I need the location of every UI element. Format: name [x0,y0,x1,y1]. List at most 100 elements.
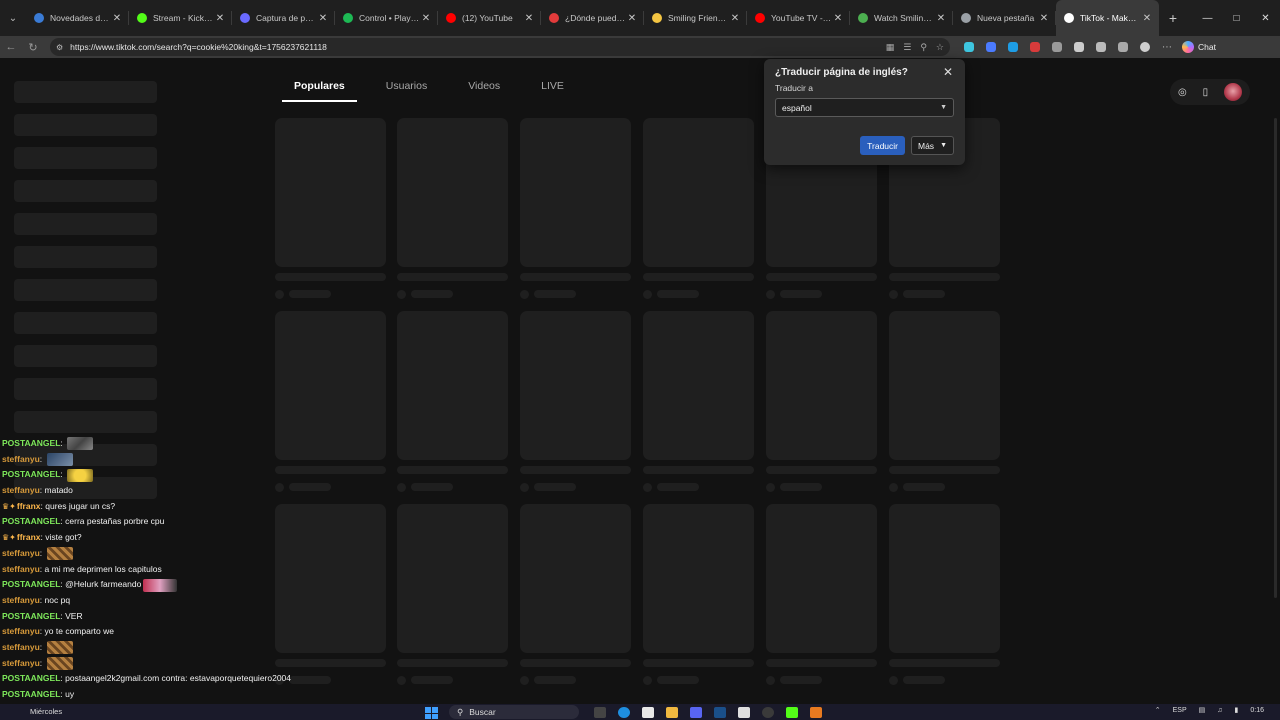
browser-tab[interactable]: Smiling Friends Sea✕ [644,0,747,36]
tab-title: Smiling Friends Sea [668,13,729,23]
tab-close-icon[interactable]: ✕ [935,13,947,24]
translate-icon[interactable]: ☰ [903,42,911,53]
mobile-device-icon[interactable]: ▯ [1203,87,1209,98]
browser-tab[interactable]: Watch Smiling Frien✕ [850,0,953,36]
chat-username[interactable]: steffanyu [2,624,40,640]
browser-tab[interactable]: (12) YouTube ✕ [438,0,541,36]
battery-icon[interactable]: ▮ [1235,706,1239,714]
chat-username[interactable]: POSTAANGEL [2,609,60,625]
user-avatar[interactable] [1224,83,1243,101]
steam-icon[interactable] [714,707,726,718]
tray-chevron-icon[interactable]: ⌃ [1155,706,1161,714]
back-icon[interactable]: ← [0,41,22,53]
apps-icon[interactable]: ▦ [886,42,895,53]
avatar-skeleton [889,483,898,492]
close-window-icon[interactable]: ✕ [1251,0,1280,36]
browser-tab[interactable]: Stream - Kick Dash✕ [129,0,232,36]
maximize-icon[interactable]: □ [1222,0,1251,36]
browser-tab[interactable]: TikTok - Make Your✕ [1056,0,1159,36]
store-icon[interactable] [642,707,654,718]
extension-icon[interactable] [1008,42,1018,52]
tab-close-icon[interactable]: ✕ [1141,13,1153,24]
tab-usuarios[interactable]: Usuarios [374,72,439,102]
chat-username[interactable]: steffanyu [2,562,40,578]
start-menu-icon[interactable] [425,707,438,719]
extension-icon[interactable] [1052,42,1062,52]
page-scrollbar[interactable] [1274,118,1277,598]
close-icon[interactable]: ✕ [943,65,953,79]
translate-button[interactable]: Traducir [860,136,905,155]
split-screen-icon[interactable] [1096,42,1106,52]
chat-username[interactable]: POSTAANGEL [2,687,60,703]
chat-username[interactable]: POSTAANGEL [2,577,60,593]
extension-icon[interactable] [986,42,996,52]
browser-tab[interactable]: Nueva pestaña ✕ [953,0,1056,36]
tab-close-icon[interactable]: ✕ [626,13,638,24]
chat-username[interactable]: POSTAANGEL [2,671,60,687]
chat-username[interactable]: ffranx [17,499,41,515]
extensions-puzzle-icon[interactable] [1074,42,1084,52]
language-select[interactable]: español ▼ [775,98,954,117]
chat-username[interactable]: steffanyu [2,452,40,468]
tab-close-icon[interactable]: ✕ [1038,13,1050,24]
taskbar-search[interactable]: ⚲ Buscar [449,705,579,719]
browser-tab[interactable]: Novedades de Mic✕ [26,0,129,36]
chat-message: POSTAANGEL: [2,436,291,452]
chat-username[interactable]: POSTAANGEL [2,467,60,483]
address-bar[interactable]: ⚙ https://www.tiktok.com/search?q=cookie… [50,38,950,56]
chat-username[interactable]: steffanyu [2,593,40,609]
chat-username[interactable]: steffanyu [2,546,40,562]
tab-close-icon[interactable]: ✕ [832,13,844,24]
caption-skeleton [275,466,386,474]
app-icon[interactable] [738,707,750,718]
avatar-skeleton [643,290,652,299]
tabs-container: Novedades de Mic✕Stream - Kick Dash✕Capt… [26,0,1159,36]
tab-close-icon[interactable]: ✕ [214,13,226,24]
tab-videos[interactable]: Videos [456,72,512,102]
copilot-chat-button[interactable]: Chat [1182,41,1216,53]
profile-avatar-icon[interactable] [1140,42,1150,52]
tab-live[interactable]: LIVE [529,72,576,102]
reload-icon[interactable]: ↻ [22,41,44,54]
tab-close-icon[interactable]: ✕ [729,13,741,24]
tab-close-icon[interactable]: ✕ [111,13,123,24]
tab-actions-menu-button[interactable]: ⌄ [0,0,26,36]
favorite-star-icon[interactable]: ☆ [936,42,944,53]
tab-close-icon[interactable]: ✕ [420,13,432,24]
extension-icon[interactable] [964,42,974,52]
tab-populares[interactable]: Populares [282,72,357,102]
browser-tab[interactable]: ¿Dónde puedo ver l✕ [541,0,644,36]
chat-username[interactable]: POSTAANGEL [2,514,60,530]
kick-icon[interactable] [786,707,798,718]
chat-username[interactable]: POSTAANGEL [2,436,60,452]
language-indicator[interactable]: ESP [1173,707,1187,714]
minimize-icon[interactable]: — [1193,0,1222,36]
chat-username[interactable]: steffanyu [2,656,40,672]
network-icon[interactable]: ▤ [1199,706,1206,714]
site-info-icon[interactable]: ⚙ [56,43,63,52]
task-view-icon[interactable] [594,707,606,718]
edge-icon[interactable] [618,707,630,718]
tab-close-icon[interactable]: ✕ [523,13,535,24]
browser-tab[interactable]: Captura de pantalla✕ [232,0,335,36]
more-options-icon[interactable]: ⋯ [1162,42,1172,53]
app-icon[interactable] [810,707,822,718]
chat-username[interactable]: steffanyu [2,640,40,656]
tab-close-icon[interactable]: ✕ [317,13,329,24]
new-tab-button[interactable]: + [1159,10,1187,26]
zoom-icon[interactable]: ⚲ [920,42,927,53]
more-button[interactable]: Más ▼ [911,136,954,155]
favorites-icon[interactable] [1118,42,1128,52]
chat-username[interactable]: ffranx [17,530,41,546]
browser-tab[interactable]: YouTube TV - Watch✕ [747,0,850,36]
clock[interactable]: 0:16 [1250,707,1264,714]
extension-icon[interactable] [1030,42,1040,52]
chat-username[interactable]: steffanyu [2,483,40,499]
volume-icon[interactable]: ♫ [1217,707,1222,714]
browser-tab[interactable]: Control • Playboi Ca✕ [335,0,438,36]
discord-icon[interactable] [690,707,702,718]
file-explorer-icon[interactable] [666,707,678,718]
explore-icon[interactable]: ◎ [1178,87,1187,98]
weather-widget[interactable]: Miércoles [30,707,62,716]
chrome-icon[interactable] [762,707,774,718]
